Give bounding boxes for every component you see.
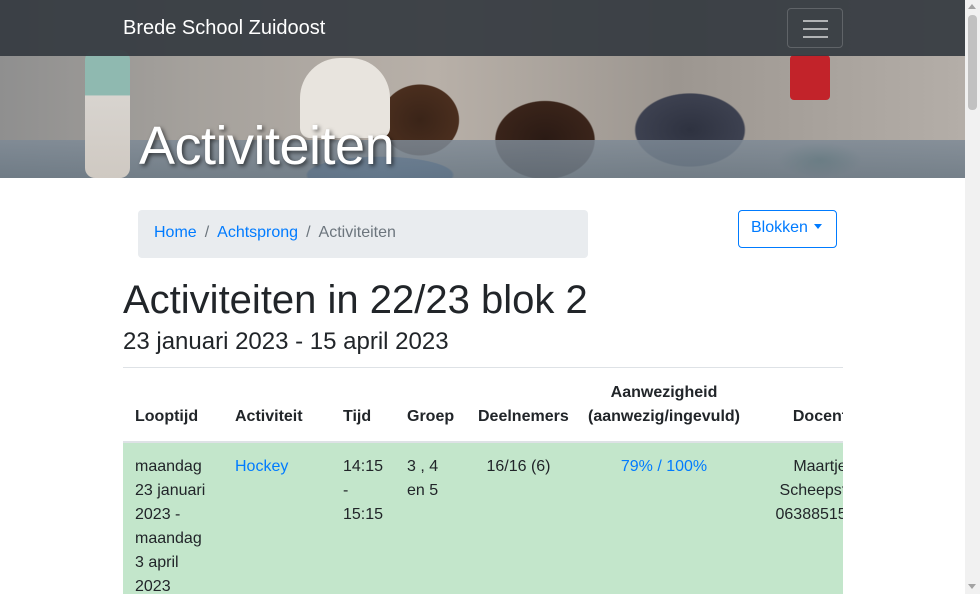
column-header-aanwezigheid[interactable]: Aanwezigheid (aanwezig/ingevuld)	[571, 368, 757, 443]
breadcrumb-achtsprong-link[interactable]: Achtsprong	[217, 224, 298, 241]
breadcrumb-separator: /	[204, 224, 210, 241]
table-row: maandag 23 januari 2023 - maandag 3 apri…	[123, 441, 843, 594]
column-header-docent[interactable]: Docent	[757, 368, 843, 443]
cell-docent: Maartje Scheepstra 0638851588	[757, 441, 843, 594]
scroll-up-icon[interactable]	[968, 4, 976, 9]
navbar: Brede School Zuidoost	[0, 0, 965, 56]
hero-title: Activiteiten	[139, 116, 395, 176]
blokken-dropdown-button[interactable]: Blokken	[738, 210, 837, 248]
scroll-down-icon[interactable]	[968, 584, 976, 589]
breadcrumb-separator: /	[306, 224, 311, 241]
cell-deelnemers: 16/16 (6)	[466, 441, 571, 594]
breadcrumb: Home / Achtsprong / Activiteiten	[138, 210, 588, 258]
activity-link[interactable]: Hockey	[235, 458, 288, 475]
cell-groep: 3 , 4 en 5	[395, 441, 466, 594]
table-header-row: Looptijd Activiteit Tijd Groep Deelnemer…	[123, 368, 843, 443]
caret-down-icon	[813, 224, 822, 229]
navbar-toggler-button[interactable]	[787, 8, 843, 48]
column-header-deelnemers[interactable]: Deelnemers	[466, 368, 571, 443]
date-range: 23 januari 2023 - 15 april 2023	[123, 328, 449, 355]
page-title: Activiteiten in 22/23 blok 2	[123, 278, 588, 322]
column-header-tijd[interactable]: Tijd	[331, 368, 395, 443]
cell-tijd: 14:15 - 15:15	[331, 441, 395, 594]
activities-table: Looptijd Activiteit Tijd Groep Deelnemer…	[123, 368, 843, 594]
navbar-brand[interactable]: Brede School Zuidoost	[123, 17, 325, 40]
cell-aanwezigheid: 79% / 100%	[571, 441, 757, 594]
hero-photo-detail	[790, 55, 830, 100]
page-scrollbar[interactable]	[965, 0, 980, 594]
dropdown-label: Blokken	[751, 219, 808, 236]
hero-photo-child	[85, 50, 130, 178]
breadcrumb-home-link[interactable]: Home	[154, 224, 197, 241]
breadcrumb-current: Activiteiten	[318, 224, 396, 241]
attendance-link[interactable]: 79% / 100%	[621, 458, 707, 475]
column-header-groep[interactable]: Groep	[395, 368, 466, 443]
activities-table-container[interactable]: Looptijd Activiteit Tijd Groep Deelnemer…	[123, 368, 843, 594]
scrollbar-thumb[interactable]	[968, 15, 977, 110]
cell-looptijd: maandag 23 januari 2023 - maandag 3 apri…	[123, 441, 223, 594]
cell-activiteit: Hockey	[223, 441, 331, 594]
column-header-activiteit[interactable]: Activiteit	[223, 368, 331, 443]
column-header-looptijd[interactable]: Looptijd	[123, 368, 223, 443]
